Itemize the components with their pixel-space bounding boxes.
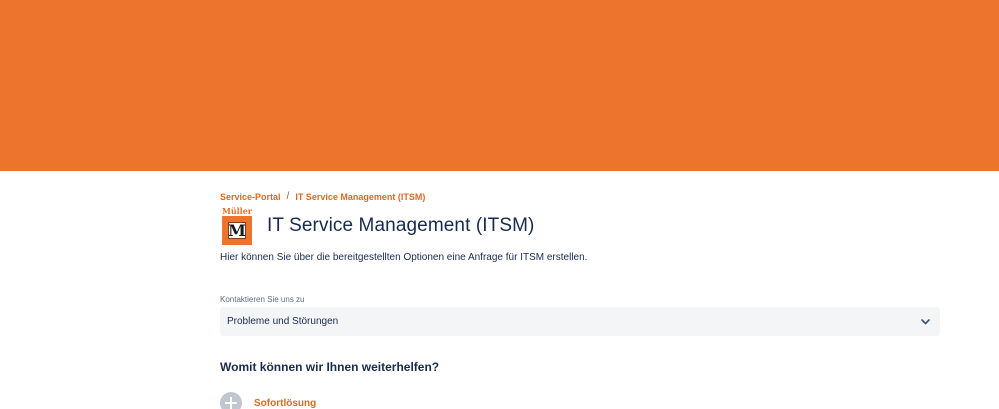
contact-select[interactable]: Probleme und Störungen xyxy=(220,307,940,336)
page-description: Hier können Sie über die bereitgestellte… xyxy=(220,252,588,263)
request-type-label: Sofortlösung xyxy=(254,397,317,409)
breadcrumb-current[interactable]: IT Service Management (ITSM) xyxy=(295,192,425,202)
plus-circle-icon xyxy=(220,392,242,409)
breadcrumb-service-portal[interactable]: Service-Portal xyxy=(220,192,281,202)
logo-brand-text: Müller xyxy=(221,206,253,216)
logo-frame: M xyxy=(222,216,252,245)
help-heading: Womit können wir Ihnen weiterhelfen? xyxy=(220,360,440,374)
title-row: Müller M IT Service Management (ITSM) xyxy=(220,207,534,245)
chevron-down-icon xyxy=(920,317,930,327)
contact-select-value: Probleme und Störungen xyxy=(227,316,339,327)
logo-letter: M xyxy=(228,220,246,240)
mueller-logo: Müller M xyxy=(220,207,254,245)
breadcrumb-separator: / xyxy=(286,191,290,202)
request-type-sofortloesung[interactable]: Sofortlösung xyxy=(220,392,316,409)
page-title: IT Service Management (ITSM) xyxy=(267,215,535,236)
header-banner xyxy=(0,0,999,171)
breadcrumb: Service-Portal / IT Service Management (… xyxy=(220,191,425,202)
contact-label: Kontaktieren Sie uns zu xyxy=(220,295,305,304)
